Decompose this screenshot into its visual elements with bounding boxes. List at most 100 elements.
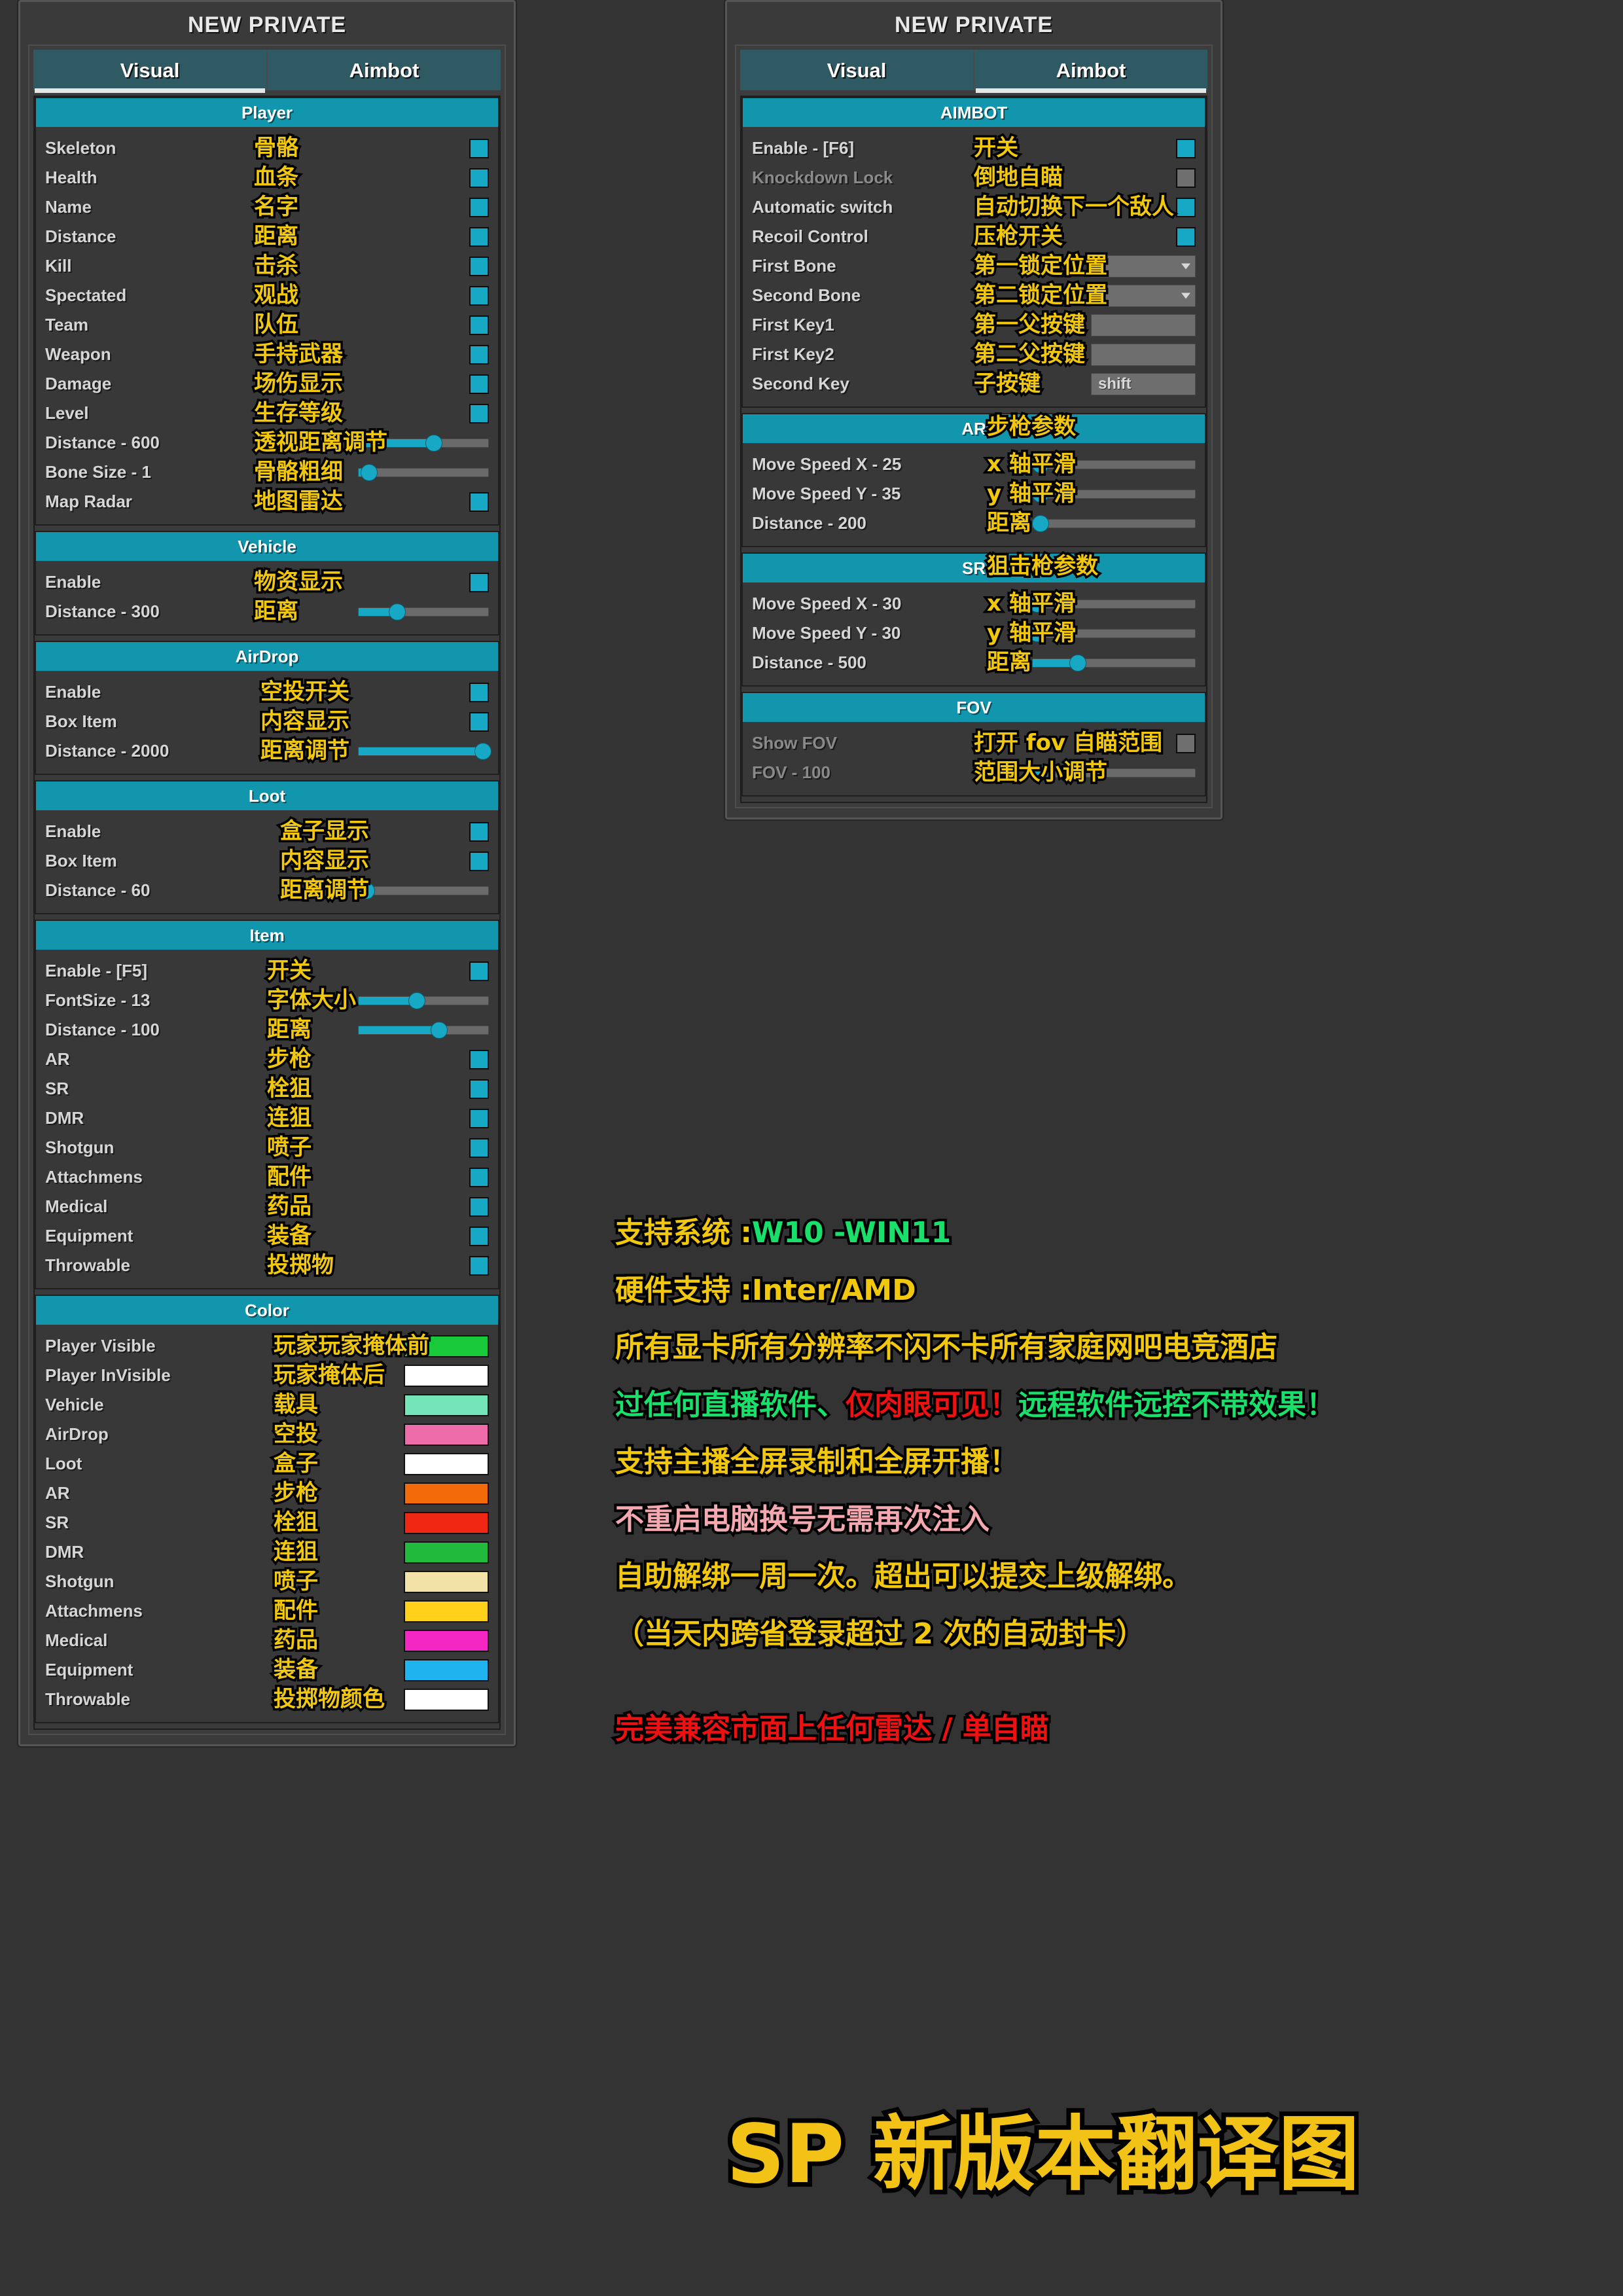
panel-inner: NEW PRIVATE Visual Aimbot AIMBOT Enable - [F… xyxy=(727,2,1221,817)
color-swatch-attachmens[interactable] xyxy=(404,1600,489,1623)
slider-knob[interactable] xyxy=(1032,514,1050,532)
annotation-label: 距离 xyxy=(252,598,301,624)
setting-label: Player InVisible xyxy=(45,1365,171,1385)
setting-label: First Bone xyxy=(752,256,836,276)
checkbox-distance[interactable] xyxy=(469,226,489,247)
color-swatch-sr[interactable] xyxy=(404,1511,489,1534)
keybind-value: shift xyxy=(1098,374,1132,393)
color-swatch-shotgun[interactable] xyxy=(404,1570,489,1593)
promo-segment: 所有显卡所有分辨率不闪不卡所有家庭网吧电竞酒店 xyxy=(613,1329,1280,1366)
control-area xyxy=(948,514,1196,532)
checkbox-throwable[interactable] xyxy=(469,1255,489,1276)
group-title: Vehicle xyxy=(36,532,498,561)
setting-label: Move Speed Y - 35 xyxy=(752,484,901,503)
slider-distance-100[interactable] xyxy=(358,1021,489,1039)
setting-row: Move Speed Y - 30 xyxy=(752,619,1196,648)
checkbox-kill[interactable] xyxy=(469,256,489,276)
setting-label: Box Item xyxy=(45,711,117,731)
checkbox-damage[interactable] xyxy=(469,374,489,394)
group-title: Color xyxy=(36,1296,498,1325)
promo-line: 所有显卡所有分辨率不闪不卡所有家庭网吧电竞酒店 xyxy=(613,1329,1584,1366)
checkbox-spectated[interactable] xyxy=(469,285,489,306)
tab-aimbot[interactable]: Aimbot xyxy=(974,50,1207,93)
slider-knob[interactable] xyxy=(389,603,406,620)
checkbox-weapon[interactable] xyxy=(469,344,489,365)
slider-distance-200[interactable] xyxy=(1032,514,1196,532)
checkbox-medical[interactable] xyxy=(469,1196,489,1217)
setting-label: Enable - [F5] xyxy=(45,961,148,980)
annotation-label: x 轴平滑 xyxy=(985,590,1079,617)
setting-row: Box Item xyxy=(45,846,489,876)
checkbox-ar[interactable] xyxy=(469,1049,489,1069)
checkbox-team[interactable] xyxy=(469,315,489,335)
checkbox-box-item[interactable] xyxy=(469,711,489,732)
tab-visual[interactable]: Visual xyxy=(740,50,974,90)
window-title: NEW PRIVATE xyxy=(187,12,347,37)
annotation-label: 药品 xyxy=(265,1193,314,1219)
setting-label: SR xyxy=(45,1079,69,1098)
checkbox-enable-f6[interactable] xyxy=(1176,138,1196,158)
checkbox-enable[interactable] xyxy=(469,821,489,842)
group-title: FOV xyxy=(743,693,1205,722)
color-swatch-ar[interactable] xyxy=(404,1482,489,1505)
annotation-label: y 轴平滑 xyxy=(985,619,1079,646)
slider-distance-500[interactable] xyxy=(1032,654,1196,672)
checkbox-name[interactable] xyxy=(469,197,489,217)
checkbox-skeleton[interactable] xyxy=(469,138,489,158)
slider-distance-300[interactable] xyxy=(358,603,489,620)
keybind-first-key1[interactable] xyxy=(1091,314,1196,336)
color-swatch-dmr[interactable] xyxy=(404,1541,489,1564)
checkbox-sr[interactable] xyxy=(469,1079,489,1099)
checkbox-knockdown-lock[interactable] xyxy=(1176,168,1196,188)
checkbox-level[interactable] xyxy=(469,403,489,423)
slider-knob[interactable] xyxy=(408,992,426,1009)
slider-knob[interactable] xyxy=(430,1021,448,1039)
group-color: Color Player Visible Player InVisible Vehic… xyxy=(35,1295,499,1723)
group-body: Player Visible Player InVisible Vehicle Air… xyxy=(36,1325,498,1722)
slider-knob[interactable] xyxy=(1069,654,1087,672)
color-swatch-throwable[interactable] xyxy=(404,1688,489,1711)
checkbox-recoil-control[interactable] xyxy=(1176,226,1196,247)
slider-knob[interactable] xyxy=(425,434,442,452)
color-swatch-medical[interactable] xyxy=(404,1629,489,1652)
group-title: Player xyxy=(36,98,498,127)
slider-distance-60[interactable] xyxy=(357,882,489,899)
annotation-label: 生存等级 xyxy=(252,399,346,426)
keybind-first-key2[interactable] xyxy=(1091,343,1196,366)
checkbox-shotgun[interactable] xyxy=(469,1138,489,1158)
setting-label: Damage xyxy=(45,374,112,393)
checkbox-box-item[interactable] xyxy=(469,851,489,871)
slider-knob[interactable] xyxy=(474,742,492,760)
annotation-label: 喷子 xyxy=(265,1134,314,1160)
setting-label: Vehicle xyxy=(45,1395,104,1414)
color-swatch-airdrop[interactable] xyxy=(404,1423,489,1446)
annotation-label: 投掷物 xyxy=(265,1251,336,1278)
slider-bone-size-1[interactable] xyxy=(358,463,489,481)
promo-segment: 不重启电脑换号无需再次注入 xyxy=(613,1501,992,1537)
checkbox-health[interactable] xyxy=(469,168,489,188)
checkbox-enable[interactable] xyxy=(469,572,489,592)
checkbox-map-radar[interactable] xyxy=(469,492,489,512)
setting-label: Shotgun xyxy=(45,1571,115,1591)
color-swatch-equipment[interactable] xyxy=(404,1659,489,1681)
tab-aimbot[interactable]: Aimbot xyxy=(268,50,501,90)
setting-label: Team xyxy=(45,315,88,334)
checkbox-dmr[interactable] xyxy=(469,1108,489,1128)
checkbox-attachmens[interactable] xyxy=(469,1167,489,1187)
color-swatch-player-invisible[interactable] xyxy=(404,1364,489,1387)
setting-label: Second Bone xyxy=(752,285,861,305)
color-swatch-loot[interactable] xyxy=(404,1452,489,1475)
checkbox-automatic-switch[interactable] xyxy=(1176,197,1196,217)
color-swatch-vehicle[interactable] xyxy=(404,1393,489,1416)
annotation-label: 第二锁定位置 xyxy=(972,281,1110,308)
slider-distance-2000[interactable] xyxy=(358,742,492,760)
keybind-second-key[interactable]: shift xyxy=(1091,372,1196,395)
checkbox-enable-f5[interactable] xyxy=(469,961,489,981)
checkbox-enable[interactable] xyxy=(469,682,489,702)
annotation-label: 装备 xyxy=(272,1656,321,1683)
checkbox-show-fov[interactable] xyxy=(1176,733,1196,753)
slider-knob[interactable] xyxy=(360,463,378,481)
checkbox-equipment[interactable] xyxy=(469,1226,489,1246)
slider-fontsize-13[interactable] xyxy=(358,992,489,1009)
tab-visual[interactable]: Visual xyxy=(33,50,268,93)
